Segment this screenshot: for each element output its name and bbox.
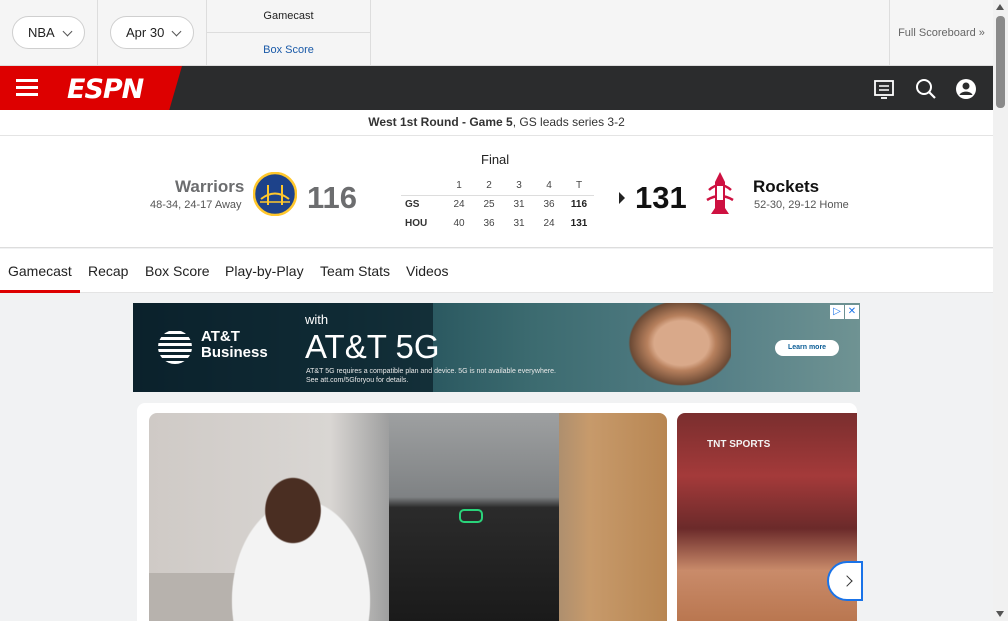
chevron-down-icon <box>62 26 73 37</box>
gamecast-link[interactable]: Gamecast <box>207 0 370 33</box>
tnt-watermark: TNT SPORTS <box>707 439 771 450</box>
away-team-name[interactable]: Warriors <box>175 177 244 197</box>
row-team: HOU <box>405 218 428 229</box>
profile-icon[interactable] <box>955 78 977 100</box>
chevron-right-icon <box>841 575 853 587</box>
date-select[interactable]: Apr 30 <box>110 16 194 49</box>
period-score: 24 <box>543 218 555 229</box>
home-score: 131 <box>635 180 687 215</box>
linescore-header: 1 2 3 4 T <box>401 176 594 196</box>
ad-brand: AT&T Business <box>201 329 268 361</box>
linescore-table: 1 2 3 4 T GS 24 25 31 36 116 HOU 40 36 3… <box>401 176 594 233</box>
linescore-row: HOU 40 36 31 24 131 <box>401 214 594 233</box>
att-ad-banner[interactable]: AT&T Business with AT&T 5G AT&T 5G requi… <box>133 303 860 392</box>
period-score: 40 <box>453 218 465 229</box>
scroll-thumb[interactable] <box>996 16 1005 108</box>
main-nav: ESPN <box>0 66 993 110</box>
ad-learn-more-button[interactable]: Learn more <box>775 340 839 356</box>
tab-videos[interactable]: Videos <box>406 249 449 293</box>
tab-team-stats[interactable]: Team Stats <box>320 249 390 293</box>
scoreboard-strip: NBA Apr 30 Gamecast Box Score Full Score… <box>0 0 993 66</box>
period-score: 36 <box>483 218 495 229</box>
rockets-logo[interactable] <box>701 170 739 216</box>
scroll-down-icon[interactable] <box>996 611 1004 617</box>
away-team-record: 48-34, 24-17 Away <box>150 199 242 211</box>
adchoices-icon[interactable]: ▷ <box>830 305 844 319</box>
ad-with: with <box>305 312 329 327</box>
period-header: 1 <box>444 176 474 196</box>
menu-icon[interactable] <box>16 79 38 97</box>
ad-fineprint: AT&T 5G requires a compatible plan and d… <box>306 367 556 385</box>
ad-fineprint-line1: AT&T 5G requires a compatible plan and d… <box>306 368 556 375</box>
boxscore-link[interactable]: Box Score <box>207 33 370 66</box>
scroll-up-icon[interactable] <box>996 4 1004 10</box>
ad-brand-line1: AT&T <box>201 328 240 345</box>
tab-box-score[interactable]: Box Score <box>145 249 210 293</box>
home-team-record: 52-30, 29-12 Home <box>754 199 849 211</box>
ad-headline: AT&T 5G <box>305 328 440 365</box>
row-team: GS <box>405 199 420 211</box>
period-score: 24 <box>453 199 465 211</box>
total-score: 131 <box>570 218 588 229</box>
ad-model-image <box>621 303 731 392</box>
search-icon[interactable] <box>915 78 937 100</box>
game-scoreboard: Warriors 48-34, 24-17 Away 116 Final 1 2… <box>0 136 993 248</box>
league-select[interactable]: NBA <box>12 16 85 49</box>
period-score: 31 <box>513 199 525 211</box>
total-score: 116 <box>570 199 588 211</box>
winner-arrow-icon <box>619 192 625 204</box>
period-score: 36 <box>543 199 555 211</box>
linescore-row: GS 24 25 31 36 116 <box>401 195 594 214</box>
league-select-value: NBA <box>28 25 55 40</box>
game-links: Gamecast Box Score <box>206 0 371 66</box>
close-ad-icon[interactable]: ✕ <box>845 305 859 319</box>
chevron-down-icon <box>171 26 182 37</box>
att-globe-icon <box>158 330 192 364</box>
video-scene-person <box>229 473 389 621</box>
away-score: 116 <box>307 180 358 215</box>
ad-brand-line2: Business <box>201 344 268 361</box>
gamecast-tabs: Gamecast Recap Box Score Play-by-Play Te… <box>0 249 993 293</box>
espn-logo[interactable]: ESPN <box>67 74 144 105</box>
date-select-value: Apr 30 <box>126 25 165 40</box>
video-thumbnail[interactable] <box>149 413 667 621</box>
warriors-logo[interactable] <box>253 172 297 216</box>
video-scene-oven <box>389 413 559 621</box>
series-status: , GS leads series 3-2 <box>512 115 625 129</box>
period-score: 31 <box>513 218 525 229</box>
period-score: 25 <box>483 199 495 211</box>
tab-gamecast[interactable]: Gamecast <box>0 249 80 293</box>
home-team-name[interactable]: Rockets <box>753 177 819 197</box>
tab-recap[interactable]: Recap <box>88 249 128 293</box>
period-header: 2 <box>474 176 504 196</box>
period-header: 3 <box>504 176 534 196</box>
page-scrollbar[interactable] <box>993 0 1008 621</box>
total-header: T <box>564 176 594 196</box>
watch-icon[interactable] <box>873 78 895 100</box>
series-info: West 1st Round - Game 5, GS leads series… <box>0 110 993 136</box>
ad-fineprint-line2: See att.com/5Gforyou for details. <box>306 377 409 384</box>
game-status: Final <box>481 152 510 167</box>
full-scoreboard-link[interactable]: Full Scoreboard » <box>889 0 993 66</box>
period-header: 4 <box>534 176 564 196</box>
series-round: West 1st Round - Game 5 <box>368 115 513 129</box>
divider <box>97 0 98 66</box>
tab-play-by-play[interactable]: Play-by-Play <box>225 249 304 293</box>
carousel-next-button[interactable] <box>827 561 863 601</box>
